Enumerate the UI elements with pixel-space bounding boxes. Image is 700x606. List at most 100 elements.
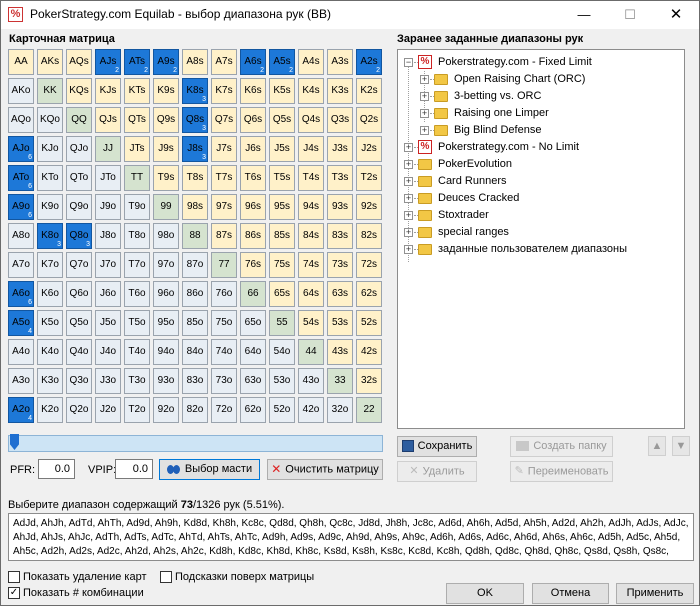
hand-cell[interactable]: Q3s (327, 107, 353, 133)
hand-cell[interactable]: 65s (269, 281, 295, 307)
hand-cell[interactable]: J5o (95, 310, 121, 336)
hand-cell[interactable]: 52s (356, 310, 382, 336)
tree-node[interactable]: + Deuces Cracked (398, 190, 684, 207)
clear-matrix-button[interactable]: ✕ Очистить матрицу (267, 459, 383, 480)
hand-cell[interactable]: Q8o 3 (66, 223, 92, 249)
hand-cell[interactable]: A4o (8, 339, 34, 365)
hand-cell[interactable]: 63o (240, 368, 266, 394)
hand-cell[interactable]: QTo (66, 165, 92, 191)
hand-cell[interactable]: 82s (356, 223, 382, 249)
hand-cell[interactable]: 54s (298, 310, 324, 336)
hand-cell[interactable]: T9s (153, 165, 179, 191)
hand-cell[interactable]: K8o 3 (37, 223, 63, 249)
hand-cell[interactable]: Q6s (240, 107, 266, 133)
hand-cell[interactable]: 97o (153, 252, 179, 278)
hand-cell[interactable]: 73s (327, 252, 353, 278)
hand-cell[interactable]: A2s 2 (356, 49, 382, 75)
expand-icon[interactable]: + (404, 194, 413, 203)
hand-cell[interactable]: KK (37, 78, 63, 104)
hand-cell[interactable]: 92s (356, 194, 382, 220)
hand-cell[interactable]: J6o (95, 281, 121, 307)
hand-cell[interactable]: 72s (356, 252, 382, 278)
hand-cell[interactable]: 54o (269, 339, 295, 365)
expand-icon[interactable]: + (404, 228, 413, 237)
move-up-button[interactable]: ▲ (648, 436, 666, 456)
collapse-icon[interactable]: − (404, 58, 413, 67)
hand-cell[interactable]: 55 (269, 310, 295, 336)
hand-cell[interactable]: JTo (95, 165, 121, 191)
hand-cell[interactable]: K6o (37, 281, 63, 307)
hand-cell[interactable]: K9o (37, 194, 63, 220)
hand-cell[interactable]: 76o (211, 281, 237, 307)
hand-cell[interactable]: Q7o (66, 252, 92, 278)
hand-cell[interactable]: 92o (153, 397, 179, 423)
hand-cell[interactable]: 74s (298, 252, 324, 278)
hand-cell[interactable]: T9o (124, 194, 150, 220)
hand-cell[interactable]: AQs (66, 49, 92, 75)
hand-cell[interactable]: Q2s (356, 107, 382, 133)
hand-cell[interactable]: J9o (95, 194, 121, 220)
hand-cell[interactable]: 43o (298, 368, 324, 394)
vpip-input[interactable]: 0.0 (115, 459, 153, 479)
hand-cell[interactable]: A7o (8, 252, 34, 278)
tree-node[interactable]: + заданные пользователем диапазоны (398, 241, 684, 258)
hand-cell[interactable]: K6s (240, 78, 266, 104)
hand-cell[interactable]: 64s (298, 281, 324, 307)
hand-cell[interactable]: J3s (327, 136, 353, 162)
hand-cell[interactable]: 86s (240, 223, 266, 249)
minimize-button[interactable]: — (561, 1, 607, 29)
hand-cell[interactable]: 84s (298, 223, 324, 249)
hand-cell[interactable]: 93o (153, 368, 179, 394)
hand-cell[interactable]: T5o (124, 310, 150, 336)
hand-cell[interactable]: 88 (182, 223, 208, 249)
hand-cell[interactable]: K8s 3 (182, 78, 208, 104)
hand-cell[interactable]: JJ (95, 136, 121, 162)
expand-icon[interactable]: + (404, 245, 413, 254)
hand-cell[interactable]: J5s (269, 136, 295, 162)
hand-cell[interactable]: Q9o (66, 194, 92, 220)
hand-cell[interactable]: 95s (269, 194, 295, 220)
hand-cell[interactable]: T3o (124, 368, 150, 394)
hand-cell[interactable]: K3o (37, 368, 63, 394)
hand-cell[interactable]: 64o (240, 339, 266, 365)
hand-cell[interactable]: Q8s 3 (182, 107, 208, 133)
combos-textbox[interactable]: AdJd, AhJh, AdTd, AhTh, Ad9d, Ah9h, Kd8d… (8, 513, 694, 561)
hand-cell[interactable]: K9s (153, 78, 179, 104)
cancel-button[interactable]: Отмена (532, 583, 609, 604)
hand-cell[interactable]: ATs 2 (124, 49, 150, 75)
hand-cell[interactable]: 99 (153, 194, 179, 220)
ok-button[interactable]: OK (446, 583, 524, 604)
hand-cell[interactable]: J8s 3 (182, 136, 208, 162)
apply-button[interactable]: Применить (616, 583, 694, 604)
hand-cell[interactable]: QQ (66, 107, 92, 133)
hand-cell[interactable]: J3o (95, 368, 121, 394)
hand-cell[interactable]: 32s (356, 368, 382, 394)
hand-cell[interactable]: 95o (153, 310, 179, 336)
hand-cell[interactable]: A6s 2 (240, 49, 266, 75)
hand-cell[interactable]: T6s (240, 165, 266, 191)
hand-cell[interactable]: Q9s (153, 107, 179, 133)
expand-icon[interactable]: + (420, 92, 429, 101)
hand-cell[interactable]: 84o (182, 339, 208, 365)
hand-cell[interactable]: JTs (124, 136, 150, 162)
hand-cell[interactable]: 22 (356, 397, 382, 423)
hand-cell[interactable]: 93s (327, 194, 353, 220)
tree-node[interactable]: + Card Runners (398, 173, 684, 190)
hand-cell[interactable]: K4s (298, 78, 324, 104)
hand-cell[interactable]: K7s (211, 78, 237, 104)
hand-cell[interactable]: T5s (269, 165, 295, 191)
hand-cell[interactable]: T2o (124, 397, 150, 423)
pfr-input[interactable]: 0.0 (38, 459, 75, 479)
hand-cell[interactable]: 62s (356, 281, 382, 307)
close-button[interactable]: ✕ (653, 1, 699, 29)
hand-cell[interactable]: TT (124, 165, 150, 191)
hand-cell[interactable]: 96s (240, 194, 266, 220)
hand-cell[interactable]: A3o (8, 368, 34, 394)
hand-cell[interactable]: J4s (298, 136, 324, 162)
hand-cell[interactable]: Q2o (66, 397, 92, 423)
hand-cell[interactable]: J6s (240, 136, 266, 162)
hand-cell[interactable]: KJo (37, 136, 63, 162)
tree-node[interactable]: + PokerEvolution (398, 156, 684, 173)
hand-cell[interactable]: 62o (240, 397, 266, 423)
hand-cell[interactable]: 83s (327, 223, 353, 249)
